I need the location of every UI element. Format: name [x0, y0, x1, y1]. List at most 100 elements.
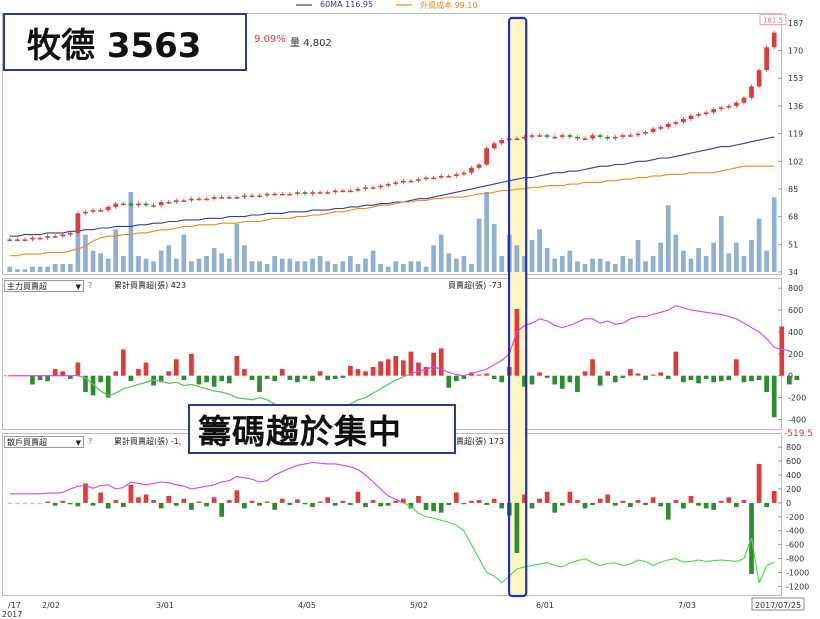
candle-body [665, 123, 671, 128]
retail-bar [363, 502, 368, 508]
candle-body [726, 105, 732, 108]
x-tick-label: 2017/07/25 [755, 601, 801, 610]
candle-body [120, 203, 126, 206]
retail-bar [287, 502, 293, 505]
main-force-bar [325, 375, 331, 381]
candle-body [295, 192, 300, 194]
volume-bar [734, 242, 739, 272]
volume-bar [264, 264, 270, 272]
volume-bar [249, 261, 255, 272]
main-force-bar [491, 375, 497, 379]
main-force-bar [279, 369, 285, 376]
volume-bar [340, 261, 346, 272]
help-icon[interactable]: ? [88, 281, 92, 290]
volume-bar [469, 264, 474, 272]
volume-bar [749, 240, 754, 272]
main-force-bar [484, 373, 489, 376]
x-tick-label: /17 [8, 601, 21, 610]
volume-bar [665, 205, 671, 272]
retail-bar [461, 502, 467, 505]
retail-bar [257, 502, 262, 506]
retail-bar [771, 491, 777, 503]
main-force-bar [794, 375, 800, 381]
candle-body [226, 197, 232, 199]
retail-bar [272, 502, 278, 510]
volume-bar [446, 253, 452, 272]
candle-body [476, 164, 482, 168]
main-force-bar [219, 375, 225, 382]
candle-body [612, 136, 618, 139]
candle-body [469, 167, 474, 173]
y-tick-label: -200 [786, 513, 804, 522]
y-tick-label: 119 [788, 130, 803, 139]
retail-bar [98, 492, 103, 503]
retail-legend2: 賣超(張) 173 [456, 437, 505, 446]
main-force-bar [234, 356, 240, 376]
help-icon[interactable]: ? [88, 437, 92, 446]
candle-body [423, 177, 429, 180]
candle-body [590, 135, 595, 139]
candle-body [620, 135, 626, 137]
retail-bar [219, 502, 225, 517]
retail-bar [431, 502, 436, 512]
candle-body [370, 187, 376, 189]
main-force-bar [741, 375, 747, 383]
retail-bar [317, 501, 323, 503]
volume-bar [552, 258, 558, 272]
volume-bar [317, 256, 323, 272]
volume-bar [60, 264, 66, 272]
main-force-bar [703, 375, 709, 379]
y-tick-label: 34 [788, 268, 798, 277]
main-force-bar [756, 375, 762, 381]
retail-bar [355, 491, 361, 503]
main-force-bar [242, 369, 247, 376]
retail-bar [302, 502, 308, 505]
candle-body [45, 236, 50, 238]
candle-body [635, 133, 641, 136]
y-tick-label: 800 [786, 443, 801, 452]
retail-bar [597, 498, 603, 503]
retail-select[interactable]: 散戶買賣超 ▼ [4, 436, 84, 448]
candle-body [499, 140, 505, 144]
retail-bar [378, 502, 383, 507]
main-force-bar [431, 352, 436, 376]
retail-bar [650, 497, 656, 503]
main-force-bar [249, 375, 255, 381]
main-force-bar [718, 375, 724, 382]
retail-bar [60, 500, 66, 503]
main-force-bar [582, 371, 588, 376]
main-force-select[interactable]: 主力買賣超 ▼ [4, 280, 84, 292]
y-tick-label: 600 [788, 306, 803, 315]
main-force-bar [30, 375, 35, 385]
main-force-bar [348, 365, 353, 376]
y-tick-label: 200 [786, 485, 801, 494]
volume-bar [658, 242, 664, 272]
candle-body [703, 112, 709, 115]
retail-bar [211, 497, 217, 503]
annotation-label: 籌碼趨於集中 [188, 404, 456, 454]
main-force-bar [650, 374, 656, 376]
retail-bar [7, 502, 13, 504]
volume-bar [242, 245, 247, 272]
main-force-bar [416, 362, 421, 376]
candle-body [681, 118, 686, 123]
volume-bar [453, 258, 459, 272]
volume-bar [703, 256, 709, 272]
volume-bar [643, 261, 648, 272]
retail-bar [143, 494, 149, 503]
retail-bar [491, 498, 497, 503]
volume-bar [544, 248, 550, 272]
candle-body [151, 205, 156, 207]
retail-bar [741, 500, 747, 503]
candle-body [136, 203, 141, 206]
main-force-bar [332, 375, 338, 379]
main-force-bar [393, 356, 399, 376]
x-tick-label: 7/03 [678, 601, 696, 610]
y-tick-label: 136 [788, 102, 803, 111]
retail-bar [620, 500, 626, 503]
retail-bar [635, 500, 641, 503]
candle-body [249, 195, 255, 197]
retail-bar [166, 495, 172, 503]
candle-body [98, 210, 103, 212]
volume-bar [257, 261, 262, 272]
